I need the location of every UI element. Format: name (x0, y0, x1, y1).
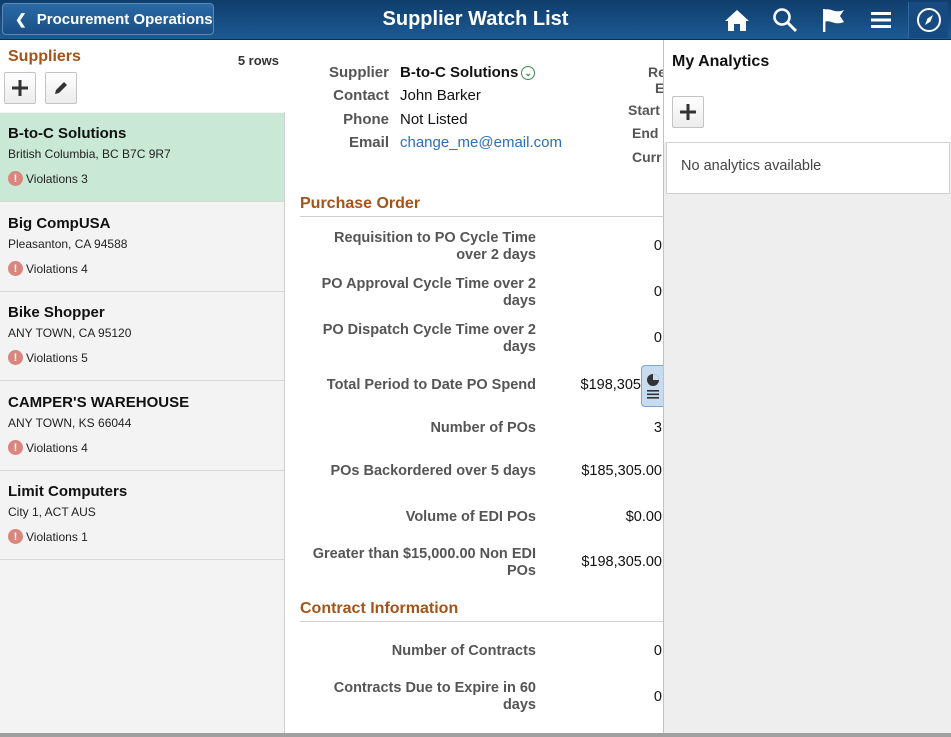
chart-toggle-button[interactable] (641, 365, 663, 407)
section-divider (300, 216, 663, 217)
warning-icon: ! (8, 171, 23, 186)
metric-value[interactable]: $0.00 (548, 509, 662, 525)
home-icon[interactable] (722, 6, 752, 34)
search-icon[interactable] (770, 6, 800, 34)
supplier-list-item[interactable]: CAMPER'S WAREHOUSE ANY TOWN, KS 66044 ! V… (0, 382, 284, 471)
metric-value[interactable]: $198,305 (526, 377, 641, 393)
metric-label: Total Period to Date PO Spend (326, 377, 536, 393)
supplier-list-item[interactable]: Big CompUSA Pleasanton, CA 94588 ! Violat… (0, 203, 284, 292)
warning-icon: ! (8, 350, 23, 365)
violations-badge: ! Violations 1 (8, 529, 88, 544)
edit-supplier-button[interactable] (45, 72, 77, 104)
email-link[interactable]: change_me@email.com (400, 134, 562, 151)
back-button-label: Procurement Operations (36, 10, 213, 28)
metric-value[interactable]: $185,305.00 (548, 463, 662, 479)
metric-value[interactable]: 0 (548, 643, 662, 659)
flag-icon[interactable] (818, 6, 848, 34)
violations-badge: ! Violations 5 (8, 350, 88, 365)
app-header: ❮ Procurement Operations Supplier Watch … (0, 0, 951, 40)
no-analytics-message: No analytics available (666, 142, 950, 194)
add-supplier-button[interactable] (4, 72, 36, 104)
phone-value: Not Listed (400, 111, 468, 128)
violations-text: Violations 3 (26, 171, 88, 186)
suppliers-title: Suppliers (8, 48, 81, 65)
supplier-address: British Columbia, BC B7C 9R7 (8, 147, 171, 161)
suppliers-panel: Suppliers 5 rows B-to-C Solutions Britis… (0, 40, 285, 737)
back-button[interactable]: ❮ Procurement Operations (2, 3, 214, 35)
pencil-icon (55, 82, 67, 94)
metric-value[interactable]: 0 (548, 330, 662, 346)
metric-value[interactable]: 3 (548, 420, 662, 436)
violations-badge: ! Violations 4 (8, 440, 88, 455)
warning-icon: ! (8, 529, 23, 544)
section-divider (300, 621, 663, 622)
chevron-down-icon[interactable]: ⌄ (521, 66, 536, 80)
supplier-address: ANY TOWN, CA 95120 (8, 326, 132, 340)
add-analytics-button[interactable] (672, 96, 704, 128)
supplier-name: B-to-C Solutions (8, 125, 127, 142)
navbar-compass-icon[interactable] (908, 2, 948, 38)
truncated-label: Curr (632, 149, 662, 165)
supplier-name: Big CompUSA (8, 215, 111, 232)
supplier-value[interactable]: B-to-C Solutions ⌄ (400, 64, 536, 81)
violations-badge: ! Violations 3 (8, 171, 88, 186)
metric-label: PO Approval Cycle Time over 2 days (321, 276, 536, 309)
metric-label: Requisition to PO Cycle Time over 2 days (334, 230, 536, 263)
violations-text: Violations 1 (26, 529, 88, 544)
metric-label: Number of POs (430, 420, 536, 436)
supplier-address: ANY TOWN, KS 66044 (8, 416, 132, 430)
purchase-order-title: Purchase Order (300, 195, 421, 212)
warning-icon: ! (8, 440, 23, 455)
truncated-label: Re (648, 64, 663, 80)
metric-label: POs Backordered over 5 days (330, 463, 536, 479)
supplier-address: Pleasanton, CA 94588 (8, 237, 128, 251)
metric-label: PO Dispatch Cycle Time over 2 days (322, 322, 536, 355)
phone-label: Phone (343, 111, 389, 128)
suppliers-panel-header: Suppliers 5 rows (0, 40, 285, 112)
metric-label: Number of Contracts (391, 643, 536, 659)
violations-badge: ! Violations 4 (8, 261, 88, 276)
supplier-list-item[interactable]: Bike Shopper ANY TOWN, CA 95120 ! Violati… (0, 292, 284, 381)
supplier-list-item[interactable]: Limit Computers City 1, ACT AUS ! Violati… (0, 471, 284, 560)
rows-count: 5 rows (237, 53, 279, 68)
violations-text: Violations 4 (26, 440, 88, 455)
plus-icon (12, 80, 28, 96)
contact-value: John Barker (400, 87, 481, 104)
metric-value[interactable]: 0 (548, 284, 662, 300)
metric-label: Contracts Due to Expire in 60 days (333, 680, 536, 713)
truncated-label: Start (628, 102, 660, 118)
supplier-list-item[interactable]: B-to-C Solutions British Columbia, BC B7… (0, 113, 284, 202)
analytics-panel: My Analytics No analytics available (663, 40, 951, 737)
analytics-title: My Analytics (672, 53, 770, 70)
chevron-left-icon: ❮ (15, 10, 27, 27)
metric-label: Greater than $15,000.00 Non EDI POs (312, 546, 536, 579)
pie-chart-icon (647, 374, 659, 386)
metric-label: Volume of EDI POs (405, 509, 536, 525)
contract-information-title: Contract Information (300, 600, 459, 617)
analytics-panel-header: My Analytics (664, 40, 951, 142)
violations-text: Violations 5 (26, 350, 88, 365)
supplier-name: CAMPER'S WAREHOUSE (8, 394, 190, 411)
supplier-name: Bike Shopper (8, 304, 105, 321)
supplier-detail-panel: Supplier B-to-C Solutions ⌄ Contact John … (286, 40, 663, 737)
truncated-label: End (632, 125, 659, 141)
metric-value[interactable]: 0 (548, 238, 662, 254)
truncated-label: E (655, 80, 663, 96)
menu-icon[interactable] (866, 6, 896, 34)
warning-icon: ! (8, 261, 23, 276)
violations-text: Violations 4 (26, 261, 88, 276)
email-label: Email (348, 134, 389, 151)
metric-value[interactable]: 0 (548, 689, 662, 705)
supplier-value-text: B-to-C Solutions (400, 64, 519, 81)
contact-label: Contact (333, 87, 389, 104)
supplier-name: Limit Computers (8, 483, 128, 500)
bottom-border (0, 733, 951, 737)
supplier-address: City 1, ACT AUS (8, 505, 96, 519)
list-icon (647, 390, 659, 399)
supplier-label: Supplier (328, 64, 389, 81)
metric-value[interactable]: $198,305.00 (548, 554, 662, 570)
plus-icon (680, 104, 696, 120)
